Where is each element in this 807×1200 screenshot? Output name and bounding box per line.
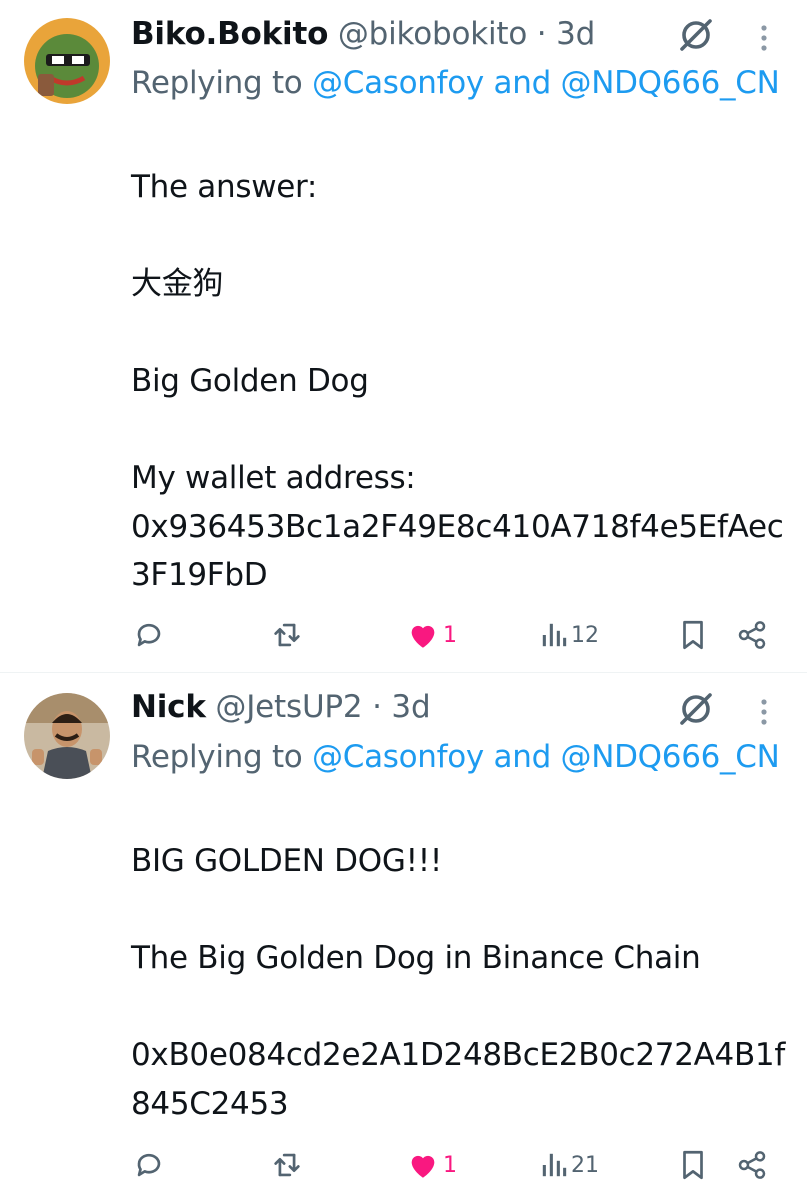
like-button[interactable]: 1 — [406, 1145, 457, 1185]
bookmark-icon — [683, 620, 703, 650]
views-button[interactable]: 21 — [540, 1145, 599, 1185]
mention-link[interactable]: @NDQ666_CN — [561, 65, 780, 101]
retweet-icon — [274, 623, 300, 647]
avatar[interactable] — [24, 693, 110, 779]
tweet-header: Biko.Bokito @bikobokito · 3d — [131, 14, 595, 54]
share-button[interactable] — [736, 1145, 768, 1185]
share-icon — [738, 621, 766, 649]
replying-prefix: Replying to — [131, 739, 303, 775]
mention-link[interactable]: @Casonfoy — [312, 739, 484, 775]
reply-icon — [137, 1153, 161, 1177]
views-button[interactable]: 12 — [540, 615, 599, 655]
retweet-icon — [274, 1153, 300, 1177]
grok-button[interactable] — [676, 15, 716, 55]
grok-button[interactable] — [676, 689, 716, 729]
tweet-header: Nick @JetsUP2 · 3d — [131, 687, 431, 727]
pepe-avatar-icon — [24, 18, 110, 104]
replying-to: Replying to @Casonfoy and @NDQ666_CN — [131, 59, 791, 107]
bookmark-button[interactable] — [678, 1145, 708, 1185]
views-icon — [542, 623, 567, 647]
like-count: 1 — [443, 622, 457, 648]
views-count: 12 — [571, 622, 599, 648]
tweet-text: BIG GOLDEN DOG!!! The Big Golden Dog in … — [131, 843, 785, 1122]
more-icon — [761, 699, 767, 725]
handle[interactable]: @bikobokito — [338, 16, 527, 52]
separator: · — [372, 689, 382, 725]
bookmark-button[interactable] — [678, 615, 708, 655]
reply-button[interactable] — [132, 615, 166, 655]
retweet-button[interactable] — [270, 1145, 304, 1185]
mention-link[interactable]: @NDQ666_CN — [561, 739, 780, 775]
share-icon — [738, 1151, 766, 1179]
handle[interactable]: @JetsUP2 — [215, 689, 362, 725]
views-icon — [542, 1153, 567, 1177]
retweet-button[interactable] — [270, 615, 304, 655]
display-name[interactable]: Nick — [131, 689, 206, 725]
display-name[interactable]: Biko.Bokito — [131, 16, 328, 52]
and-link[interactable]: and — [494, 65, 552, 101]
reply-button[interactable] — [132, 1145, 166, 1185]
avatar[interactable] — [24, 18, 110, 104]
grok-icon — [680, 19, 712, 51]
share-button[interactable] — [736, 615, 768, 655]
heart-icon — [411, 625, 435, 648]
person-avatar-icon — [24, 693, 110, 779]
bookmark-icon — [683, 1150, 703, 1180]
tweet-text: The answer: 大金狗 Big Golden Dog My wallet… — [131, 169, 784, 593]
timestamp[interactable]: 3d — [556, 16, 595, 52]
more-button[interactable] — [752, 18, 776, 58]
more-icon — [761, 25, 767, 51]
heart-icon — [411, 1155, 435, 1178]
grok-icon — [680, 693, 712, 725]
tweet-2[interactable]: Nick @JetsUP2 · 3d Replying to @Casonfoy… — [0, 673, 807, 1200]
and-link[interactable]: and — [494, 739, 552, 775]
separator: · — [536, 16, 547, 52]
mention-link[interactable]: @Casonfoy — [312, 65, 484, 101]
more-button[interactable] — [752, 692, 776, 732]
tweet-1[interactable]: Biko.Bokito @bikobokito · 3d Replying to… — [0, 0, 807, 672]
tweet-actions: 1 21 — [0, 1145, 807, 1185]
like-button[interactable]: 1 — [406, 615, 457, 655]
like-count: 1 — [443, 1152, 457, 1178]
timestamp[interactable]: 3d — [391, 689, 430, 725]
tweet-actions: 1 12 — [0, 615, 807, 655]
views-count: 21 — [571, 1152, 599, 1178]
reply-icon — [137, 623, 161, 647]
replying-prefix: Replying to — [131, 65, 303, 101]
replying-to: Replying to @Casonfoy and @NDQ666_CN — [131, 733, 791, 781]
